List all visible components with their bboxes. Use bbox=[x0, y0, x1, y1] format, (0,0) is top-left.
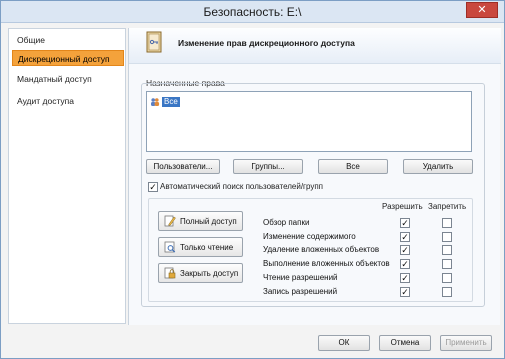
list-item-label: Все bbox=[162, 96, 180, 107]
perm-label-execute: Выполнение вложенных объектов bbox=[263, 259, 390, 268]
perm-label-delete: Удаление вложенных объектов bbox=[263, 245, 380, 254]
groups-button[interactable]: Группы... bbox=[233, 159, 303, 174]
sidebar-item-discretionary[interactable]: Дискреционный доступ bbox=[12, 50, 124, 66]
edit-icon bbox=[164, 215, 176, 227]
view-icon bbox=[164, 241, 176, 253]
perm-label-write-perms: Запись разрешений bbox=[263, 287, 338, 296]
allow-checkbox-execute[interactable]: ✓ bbox=[400, 259, 410, 269]
deny-column-header: Запретить bbox=[428, 202, 467, 211]
perm-label-browse: Обзор папки bbox=[263, 218, 310, 227]
all-button[interactable]: Все bbox=[318, 159, 388, 174]
perm-label-modify: Изменение содержимого bbox=[263, 232, 356, 241]
autosearch-checkbox[interactable]: ✓ bbox=[148, 182, 158, 192]
autosearch-label: Автоматический поиск пользователей/групп bbox=[160, 182, 323, 191]
read-only-label: Только чтение bbox=[180, 242, 234, 252]
allow-column-header: Разрешить bbox=[382, 202, 423, 211]
header-band: Изменение прав дискреционного доступа bbox=[129, 28, 501, 64]
cancel-button[interactable]: Отмена bbox=[379, 335, 431, 351]
lock-icon bbox=[164, 267, 176, 279]
ok-button[interactable]: ОК bbox=[318, 335, 370, 351]
delete-button[interactable]: Удалить bbox=[403, 159, 473, 174]
sidebar-item-mandatory[interactable]: Мандатный доступ bbox=[12, 71, 124, 87]
door-key-icon bbox=[146, 31, 162, 53]
users-button[interactable]: Пользователи... bbox=[146, 159, 220, 174]
perm-label-read-perms: Чтение разрешений bbox=[263, 273, 338, 282]
full-access-label: Полный доступ bbox=[180, 216, 237, 226]
deny-checkbox-delete[interactable] bbox=[442, 245, 452, 255]
deny-checkbox-execute[interactable] bbox=[442, 259, 452, 269]
deny-checkbox-read-perms[interactable] bbox=[442, 273, 452, 283]
deny-checkbox-browse[interactable] bbox=[442, 218, 452, 228]
list-item[interactable]: Все bbox=[149, 96, 181, 107]
sidebar: Общие Дискреционный доступ Мандатный дос… bbox=[8, 28, 126, 324]
allow-checkbox-browse[interactable]: ✓ bbox=[400, 218, 410, 228]
apply-button[interactable]: Применить bbox=[440, 335, 492, 351]
window-title: Безопасность: E:\ bbox=[203, 5, 302, 19]
close-access-button[interactable]: Закрыть доступ bbox=[158, 263, 243, 283]
group-users-icon bbox=[151, 97, 160, 106]
security-dialog: Безопасность: E:\ ✕ Общие Дискреционный … bbox=[0, 0, 505, 359]
rights-listbox[interactable]: Все bbox=[146, 91, 472, 152]
full-access-button[interactable]: Полный доступ bbox=[158, 211, 243, 231]
allow-checkbox-delete[interactable]: ✓ bbox=[400, 245, 410, 255]
title-bar: Безопасность: E:\ ✕ bbox=[1, 1, 504, 23]
close-button[interactable]: ✕ bbox=[466, 2, 498, 18]
sidebar-item-audit[interactable]: Аудит доступа bbox=[12, 93, 124, 109]
allow-checkbox-read-perms[interactable]: ✓ bbox=[400, 273, 410, 283]
deny-checkbox-write-perms[interactable] bbox=[442, 287, 452, 297]
read-only-button[interactable]: Только чтение bbox=[158, 237, 243, 257]
allow-checkbox-modify[interactable]: ✓ bbox=[400, 232, 410, 242]
close-access-label: Закрыть доступ bbox=[180, 268, 239, 278]
allow-checkbox-write-perms[interactable]: ✓ bbox=[400, 287, 410, 297]
deny-checkbox-modify[interactable] bbox=[442, 232, 452, 242]
sidebar-item-general[interactable]: Общие bbox=[12, 32, 124, 48]
page-title: Изменение прав дискреционного доступа bbox=[178, 38, 355, 48]
